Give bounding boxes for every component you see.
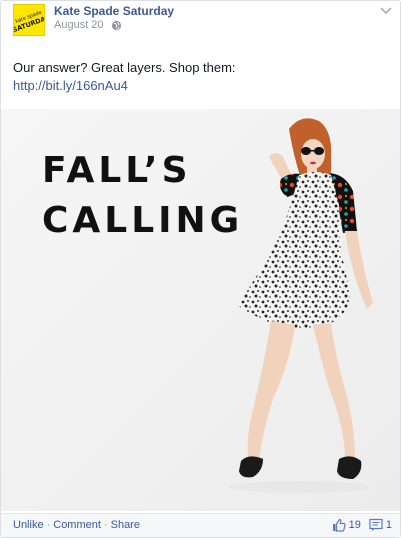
photo-headline-line2: CALLING	[42, 200, 244, 241]
post-link[interactable]: http://bit.ly/166nAu4	[13, 77, 128, 95]
like-count[interactable]: 19	[349, 519, 361, 531]
post-message-text: Our answer? Great layers. Shop them:	[13, 60, 236, 75]
globe-icon[interactable]	[111, 20, 122, 31]
comment-icon[interactable]	[369, 518, 383, 532]
page-avatar[interactable]: kate spade SATURDAY	[13, 4, 45, 36]
post-counts: 19 1	[332, 518, 392, 532]
post-footer: Unlike · Comment · Share 19 1	[1, 513, 400, 537]
post-date[interactable]: August 20	[54, 19, 104, 31]
thumbs-up-icon[interactable]	[332, 518, 346, 532]
post-header: kate spade SATURDAY Kate Spade Saturday …	[1, 1, 400, 41]
kate-spade-saturday-logo: kate spade SATURDAY	[14, 5, 44, 35]
photo-headline-line1: FALL’S	[42, 150, 192, 191]
comment-count[interactable]: 1	[386, 519, 392, 531]
action-separator: ·	[46, 519, 51, 531]
page-name[interactable]: Kate Spade Saturday	[54, 4, 174, 18]
action-separator: ·	[103, 519, 108, 531]
unlike-link[interactable]: Unlike	[13, 519, 44, 531]
facebook-post: kate spade SATURDAY Kate Spade Saturday …	[0, 0, 401, 538]
post-photo[interactable]: FALL’S CALLING	[1, 109, 400, 511]
comment-link[interactable]: Comment	[53, 519, 101, 531]
post-meta: August 20	[54, 19, 122, 31]
share-link[interactable]: Share	[111, 519, 140, 531]
post-actions: Unlike · Comment · Share	[13, 519, 140, 531]
post-message: Our answer? Great layers. Shop them: htt…	[13, 59, 393, 95]
chevron-down-icon[interactable]	[379, 5, 393, 17]
